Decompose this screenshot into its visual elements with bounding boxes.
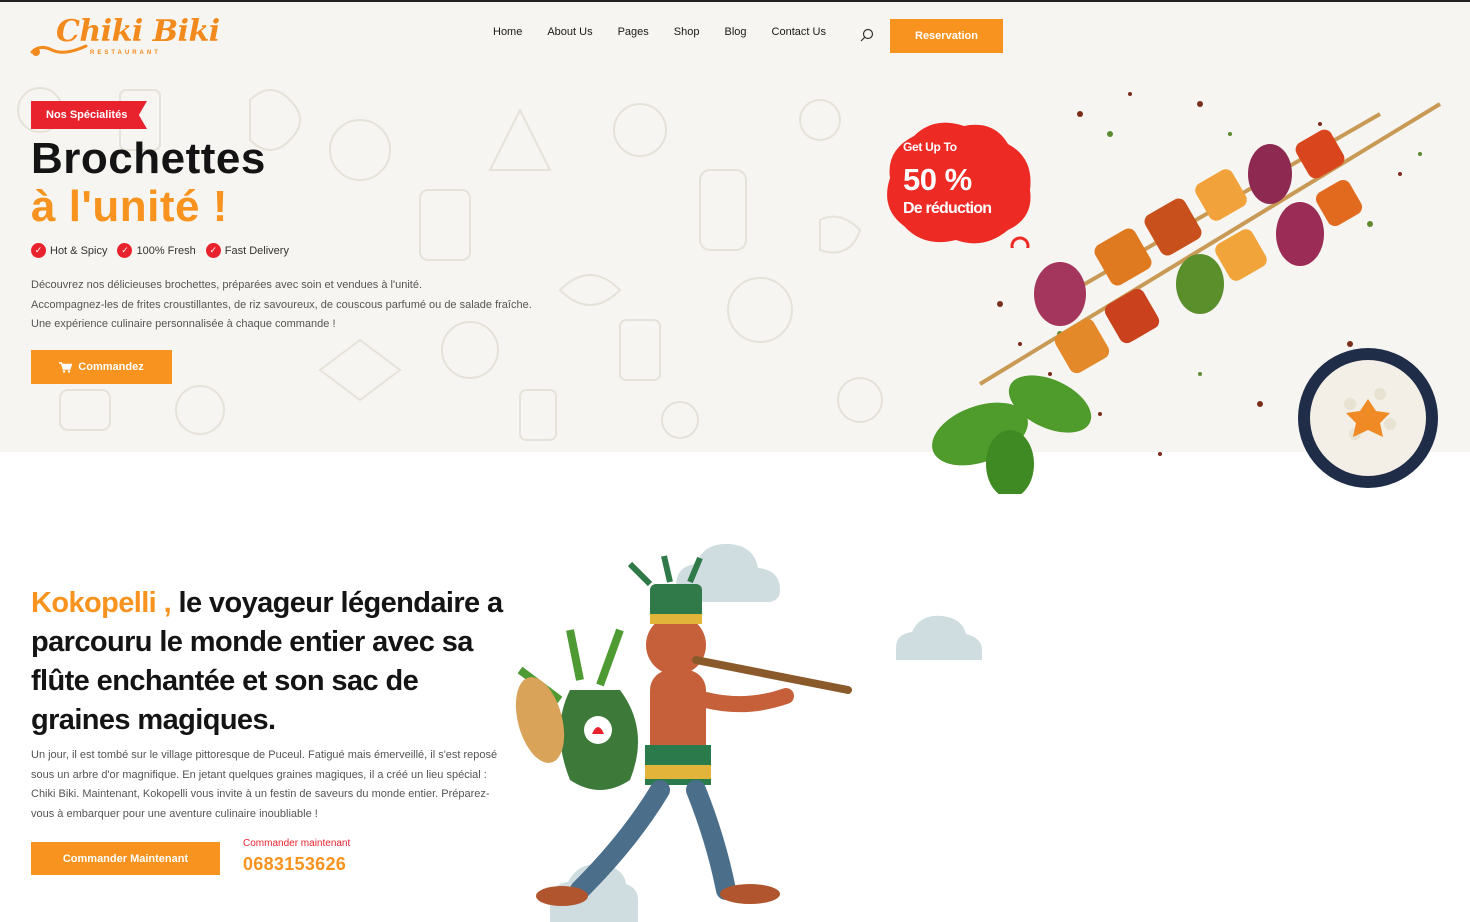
hero-title-line1: Brochettes [31, 134, 266, 183]
feature-label: 100% Fresh [136, 244, 196, 257]
logo-subtitle: RESTAURANT [90, 50, 161, 56]
nav-contact-us[interactable]: Contact Us [772, 26, 826, 38]
nav-pages[interactable]: Pages [618, 26, 649, 38]
phone-number[interactable]: 0683153626 [243, 854, 346, 875]
cart-icon [59, 361, 73, 373]
kokopelli-illustration [515, 543, 982, 922]
feature-item: ✓ Fast Delivery [205, 243, 289, 258]
hero-description-line: Découvrez nos délicieuses brochettes, pr… [31, 279, 422, 291]
nav-blog[interactable]: Blog [725, 26, 747, 38]
nav-about-us[interactable]: About Us [547, 26, 592, 38]
nav-shop[interactable]: Shop [674, 26, 700, 38]
call-label: Commander maintenant [243, 838, 351, 849]
reservation-button[interactable]: Reservation [890, 19, 1003, 53]
check-icon: ✓ [31, 243, 46, 258]
feature-label: Hot & Spicy [50, 244, 108, 257]
story-title: Kokopelli , le voyageur légendaire a par… [31, 584, 511, 740]
order-button-label: Commandez [78, 361, 144, 373]
skewer-food-image [932, 92, 1442, 494]
feature-label: Fast Delivery [224, 244, 289, 257]
feature-list: ✓ Hot & Spicy ✓ 100% Fresh ✓ Fast Delive… [31, 243, 289, 258]
logo[interactable]: Chiki Biki RESTAURANT [30, 12, 230, 60]
specialties-badge: Nos Spécialités [31, 101, 147, 129]
logo-text: Chiki Biki [56, 14, 220, 49]
feature-item: ✓ 100% Fresh [117, 243, 196, 258]
check-icon: ✓ [205, 243, 221, 258]
main-nav: Home About Us Pages Shop Blog Contact Us [493, 26, 851, 38]
hero-description: Découvrez nos délicieuses brochettes, pr… [31, 276, 532, 335]
hero-title-line2: à l'unité ! [31, 182, 228, 231]
hero-description-line: Une expérience culinaire personnalisée à… [31, 318, 336, 330]
story-description: Un jour, il est tombé sur le village pit… [31, 749, 498, 820]
nav-home[interactable]: Home [493, 26, 522, 38]
feature-item: ✓ Hot & Spicy [31, 243, 107, 258]
check-icon: ✓ [117, 243, 133, 258]
site-header: Chiki Biki RESTAURANT Home About Us Page… [0, 2, 1470, 70]
order-now-button[interactable]: Commander Maintenant [31, 842, 220, 875]
search-icon[interactable] [860, 28, 874, 42]
order-button[interactable]: Commandez [31, 350, 172, 384]
story-title-accent: Kokopelli , [31, 587, 172, 619]
hero-description-line: Accompagnez-les de frites croustillantes… [31, 298, 532, 311]
